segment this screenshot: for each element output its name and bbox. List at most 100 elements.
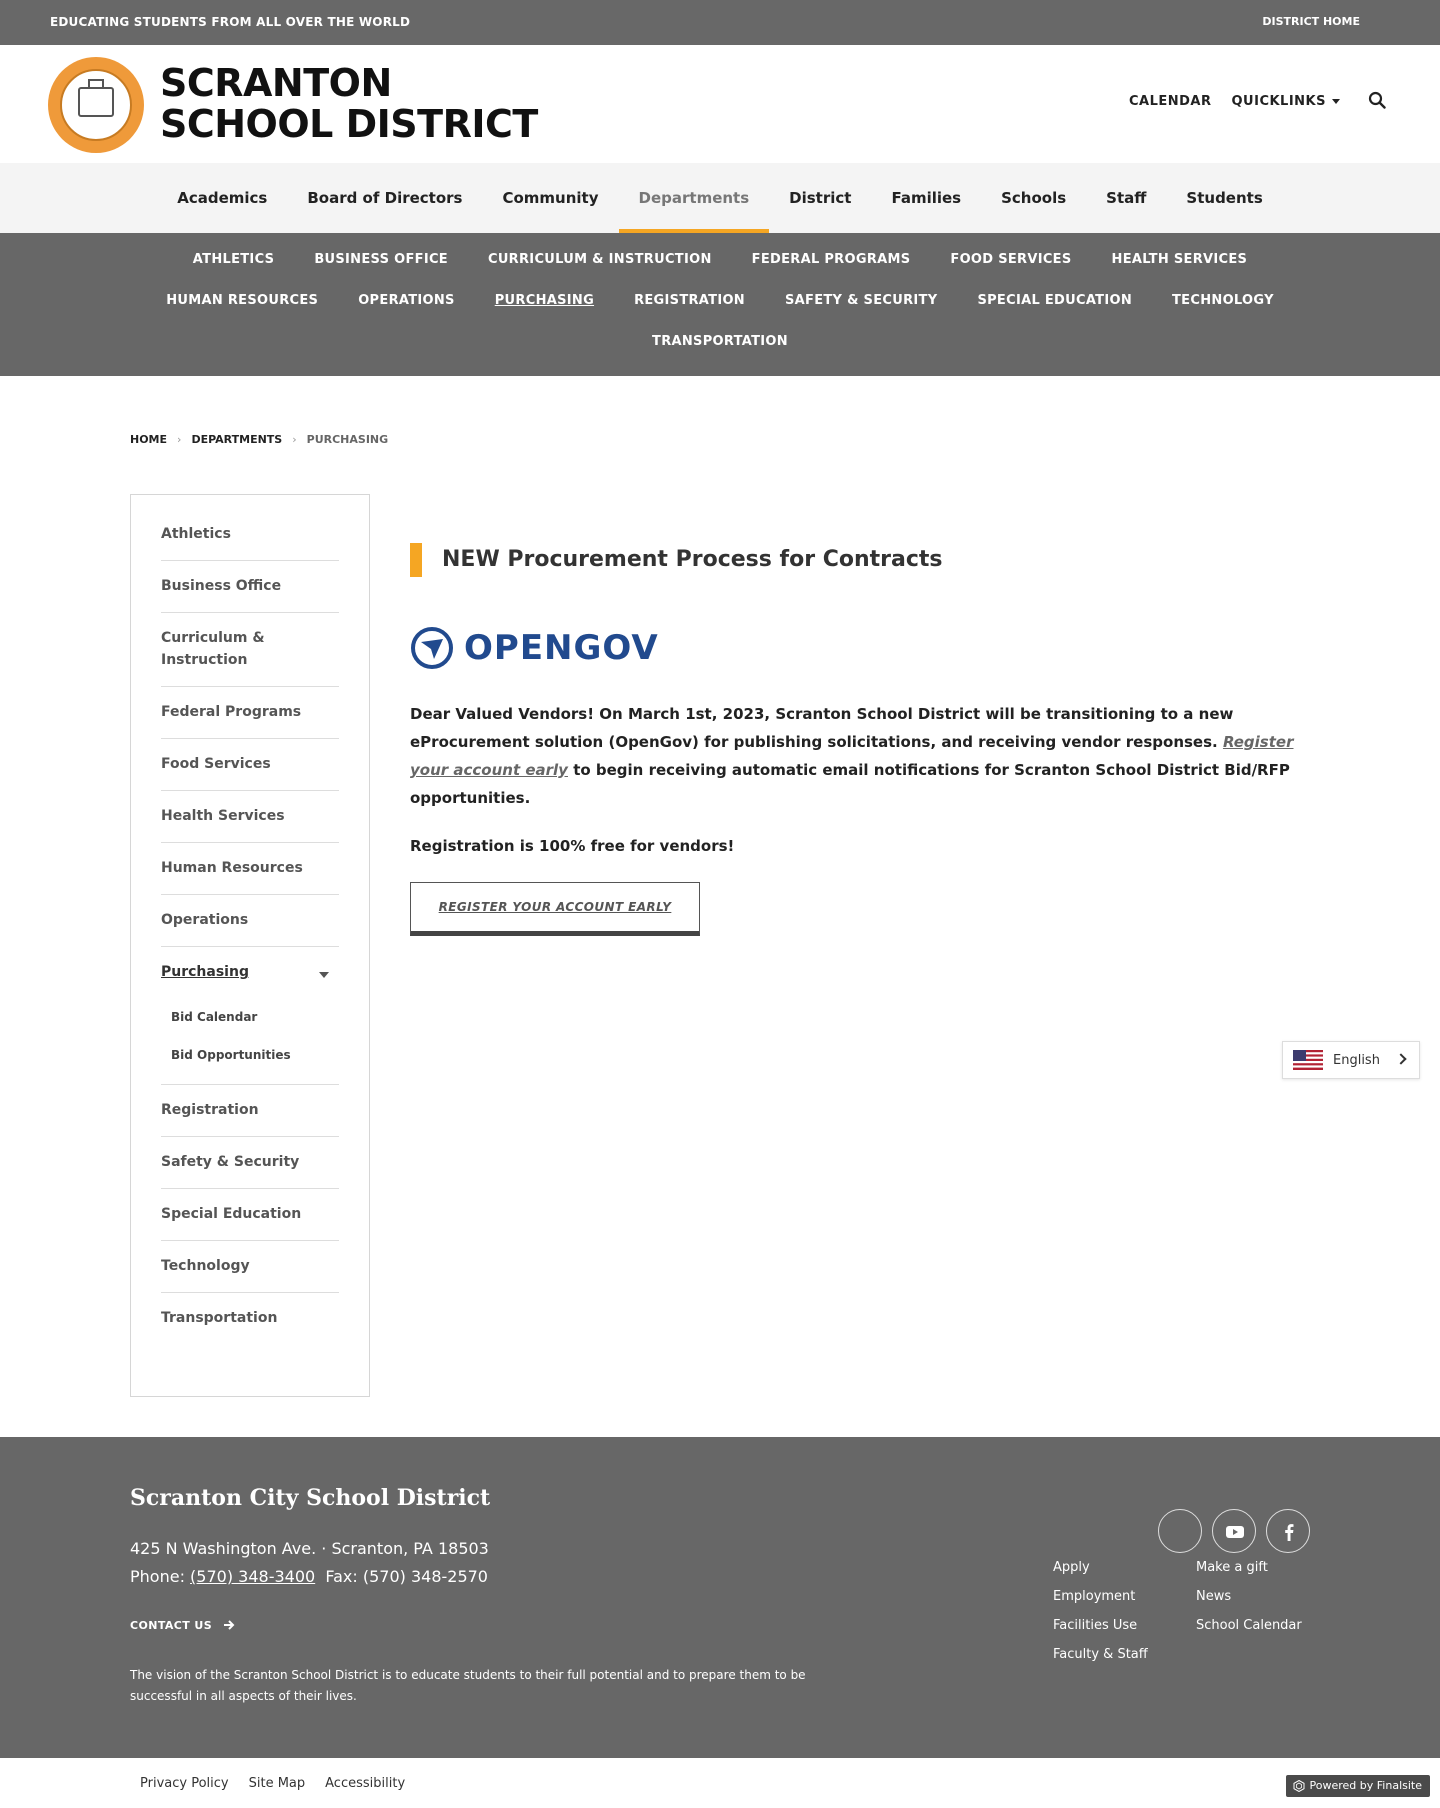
sidebar-item-purchasing[interactable]: Purchasing xyxy=(161,947,339,998)
opengov-logo-icon xyxy=(411,627,453,669)
subnav-business-office[interactable]: BUSINESS OFFICE xyxy=(294,247,468,288)
footer-links-col-2: Make a gift News School Calendar xyxy=(1196,1553,1302,1640)
site-header: SCRANTON SCHOOL DISTRICT CALENDAR QUICKL… xyxy=(0,45,1440,163)
subnav-registration[interactable]: REGISTRATION xyxy=(614,288,765,329)
nav-departments[interactable]: Departments xyxy=(618,163,770,237)
logo-line-2: SCHOOL DISTRICT xyxy=(160,102,538,146)
sidebar-navigation: Athletics Business Office Curriculum & I… xyxy=(130,494,370,1397)
breadcrumb: HOME › DEPARTMENTS › PURCHASING xyxy=(130,433,388,446)
seal-building xyxy=(78,87,114,117)
powered-by-label: Powered by Finalsite xyxy=(1309,1779,1422,1792)
nav-academics[interactable]: Academics xyxy=(157,163,287,233)
nav-board-of-directors[interactable]: Board of Directors xyxy=(287,163,482,233)
chevron-right-icon xyxy=(1395,1053,1407,1065)
sidebar-item-federal-programs[interactable]: Federal Programs xyxy=(161,687,339,739)
breadcrumb-home[interactable]: HOME xyxy=(130,433,167,446)
subnav-food-services[interactable]: FOOD SERVICES xyxy=(930,247,1091,288)
sidebar-subitem-bid-opportunities[interactable]: Bid Opportunities xyxy=(161,1036,339,1074)
footer-link-facilities-use[interactable]: Facilities Use xyxy=(1053,1611,1148,1640)
subnav-row: HUMAN RESOURCES OPERATIONS PURCHASING RE… xyxy=(0,288,1440,329)
footer-link-make-a-gift[interactable]: Make a gift xyxy=(1196,1553,1302,1582)
sidebar-subitem-bid-calendar[interactable]: Bid Calendar xyxy=(161,998,339,1036)
caret-down-icon xyxy=(1332,99,1340,104)
breadcrumb-departments[interactable]: DEPARTMENTS xyxy=(191,433,282,446)
breadcrumb-current: PURCHASING xyxy=(306,433,389,446)
subnav-technology[interactable]: TECHNOLOGY xyxy=(1152,288,1294,329)
sidebar-item-health-services[interactable]: Health Services xyxy=(161,791,339,843)
district-logo-text[interactable]: SCRANTON SCHOOL DISTRICT xyxy=(160,63,538,145)
register-account-button[interactable]: REGISTER YOUR ACCOUNT EARLY xyxy=(410,882,700,936)
accessibility-link[interactable]: Accessibility xyxy=(325,1776,405,1791)
footer-address-block: 425 N Washington Ave. · Scranton, PA 185… xyxy=(130,1535,489,1591)
page-title: NEW Procurement Process for Contracts xyxy=(410,542,1310,578)
nav-district[interactable]: District xyxy=(769,163,871,233)
sidebar-item-special-education[interactable]: Special Education xyxy=(161,1189,339,1241)
intro-text-1: Dear Valued Vendors! On March 1st, 2023,… xyxy=(410,705,1234,751)
sidebar-item-food-services[interactable]: Food Services xyxy=(161,739,339,791)
subnav-row: TRANSPORTATION xyxy=(0,329,1440,370)
subnav-health-services[interactable]: HEALTH SERVICES xyxy=(1092,247,1268,288)
quicklinks-dropdown[interactable]: QUICKLINKS xyxy=(1232,94,1340,109)
footer-phone-link[interactable]: (570) 348-3400 xyxy=(190,1567,315,1586)
site-map-link[interactable]: Site Map xyxy=(249,1776,306,1791)
legal-links: Privacy Policy Site Map Accessibility xyxy=(140,1776,405,1791)
nav-students[interactable]: Students xyxy=(1166,163,1282,233)
footer-link-news[interactable]: News xyxy=(1196,1582,1302,1611)
powered-by-finalsite-badge[interactable]: Powered by Finalsite xyxy=(1285,1775,1430,1797)
youtube-icon[interactable] xyxy=(1212,1509,1256,1553)
sidebar-item-safety-security[interactable]: Safety & Security xyxy=(161,1137,339,1189)
subnav-safety-security[interactable]: SAFETY & SECURITY xyxy=(765,288,957,329)
sidebar-item-athletics[interactable]: Athletics xyxy=(161,509,339,561)
district-seal-logo[interactable] xyxy=(48,57,144,153)
facebook-glyph xyxy=(1285,1524,1294,1541)
subnav-federal-programs[interactable]: FEDERAL PROGRAMS xyxy=(732,247,931,288)
footer-link-employment[interactable]: Employment xyxy=(1053,1582,1148,1611)
arrow-right-icon xyxy=(224,1620,235,1630)
sidebar-item-technology[interactable]: Technology xyxy=(161,1241,339,1293)
footer-vision-statement: The vision of the Scranton School Distri… xyxy=(130,1668,806,1703)
sidebar-item-business-office[interactable]: Business Office xyxy=(161,561,339,613)
nav-staff[interactable]: Staff xyxy=(1086,163,1166,233)
opengov-logo: OPENGOV xyxy=(410,626,1310,670)
footer-phone-label: Phone: xyxy=(130,1567,191,1586)
calendar-link[interactable]: CALENDAR xyxy=(1129,94,1212,109)
bottom-bar: Privacy Policy Site Map Accessibility Po… xyxy=(0,1758,1440,1808)
caret-down-icon[interactable] xyxy=(319,972,329,978)
subnav-human-resources[interactable]: HUMAN RESOURCES xyxy=(146,288,338,329)
footer-link-faculty-staff[interactable]: Faculty & Staff xyxy=(1053,1640,1148,1669)
finalsite-logo-icon xyxy=(1293,1780,1305,1792)
footer-link-school-calendar[interactable]: School Calendar xyxy=(1196,1611,1302,1640)
intro-paragraph: Dear Valued Vendors! On March 1st, 2023,… xyxy=(410,700,1310,812)
sidebar-item-curriculum-instruction[interactable]: Curriculum & Instruction xyxy=(161,613,339,687)
sidebar-item-registration[interactable]: Registration xyxy=(161,1085,339,1137)
nav-community[interactable]: Community xyxy=(482,163,618,233)
subnav-transportation[interactable]: TRANSPORTATION xyxy=(632,329,808,370)
instagram-icon[interactable] xyxy=(1158,1509,1202,1553)
subnav-athletics[interactable]: ATHLETICS xyxy=(173,247,295,288)
nav-families[interactable]: Families xyxy=(871,163,981,233)
contact-us-link[interactable]: CONTACT US xyxy=(130,1619,236,1632)
privacy-policy-link[interactable]: Privacy Policy xyxy=(140,1776,229,1791)
district-home-link[interactable]: DISTRICT HOME xyxy=(1262,15,1360,28)
language-selector[interactable]: English xyxy=(1282,1041,1420,1079)
chevron-right-icon: › xyxy=(177,433,182,446)
subnav-operations[interactable]: OPERATIONS xyxy=(338,288,475,329)
sidebar-item-label: Purchasing xyxy=(161,964,249,980)
footer-link-apply[interactable]: Apply xyxy=(1053,1553,1148,1582)
subnav-purchasing[interactable]: PURCHASING xyxy=(475,288,614,329)
footer-links-col-1: Apply Employment Facilities Use Faculty … xyxy=(1053,1553,1148,1669)
subnav-curriculum-instruction[interactable]: CURRICULUM & INSTRUCTION xyxy=(468,247,732,288)
logo-line-1: SCRANTON xyxy=(160,61,392,105)
footer-district-name: Scranton City School District xyxy=(130,1485,491,1511)
search-icon[interactable] xyxy=(1368,91,1386,109)
footer-address: 425 N Washington Ave. · Scranton, PA 185… xyxy=(130,1539,489,1558)
subnav-row: ATHLETICS BUSINESS OFFICE CURRICULUM & I… xyxy=(0,247,1440,288)
nav-schools[interactable]: Schools xyxy=(981,163,1086,233)
facebook-icon[interactable] xyxy=(1266,1509,1310,1553)
subnav-special-education[interactable]: SPECIAL EDUCATION xyxy=(957,288,1152,329)
sidebar-item-transportation[interactable]: Transportation xyxy=(161,1293,339,1344)
sidebar-item-human-resources[interactable]: Human Resources xyxy=(161,843,339,895)
sidebar-item-operations[interactable]: Operations xyxy=(161,895,339,947)
main-navigation: Academics Board of Directors Community D… xyxy=(0,163,1440,237)
footer-fax: Fax: (570) 348-2570 xyxy=(325,1567,488,1586)
